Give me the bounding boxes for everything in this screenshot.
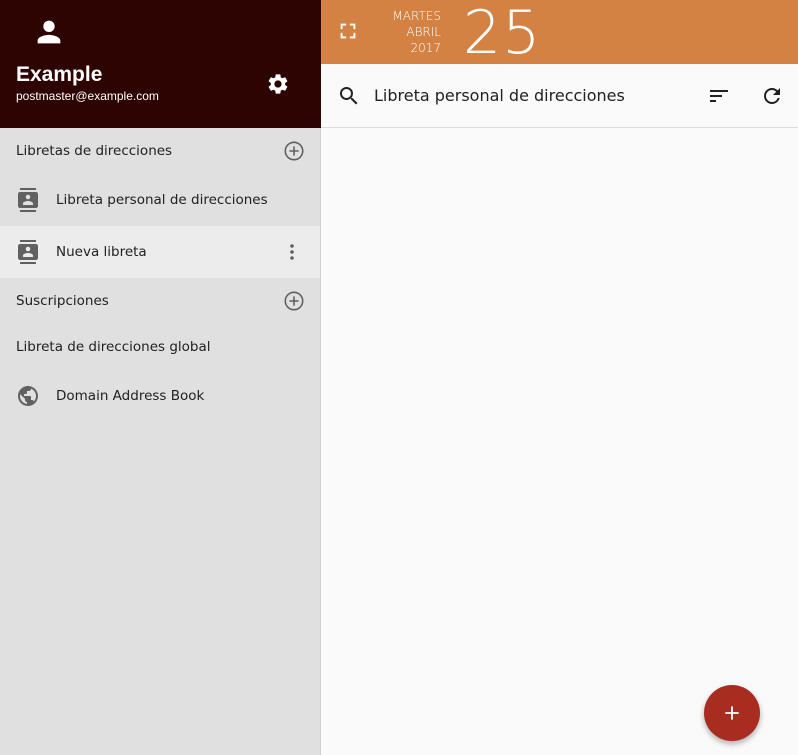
addressbooks-section-header: Libretas de direcciones [0,128,320,174]
refresh-icon[interactable] [760,84,784,108]
sort-icon[interactable] [707,84,731,108]
fullscreen-icon[interactable] [337,20,359,42]
sidebar: Example postmaster@example.com Libretas … [0,0,321,755]
date-bar: MARTES ABRIL 2017 25 [321,0,798,68]
date-day: 25 [463,0,542,68]
toolbar: Libreta personal de direcciones [321,64,798,128]
add-subscription-button[interactable] [283,290,305,312]
toolbar-title: Libreta personal de direcciones [374,86,625,105]
sidebar-item-domain-addressbook[interactable]: Domain Address Book [0,370,320,422]
global-section-label: Libreta de direcciones global [16,339,211,355]
addressbooks-section-label: Libretas de direcciones [16,143,173,159]
gear-icon [268,74,288,94]
more-vert-icon [290,244,294,260]
date-year: 2017 [410,41,441,55]
add-addressbook-button[interactable] [283,140,305,162]
user-avatar-icon [37,20,61,44]
subscriptions-section-label: Suscripciones [16,293,109,309]
user-header: Example postmaster@example.com [0,0,321,128]
date-text: MARTES ABRIL 2017 [381,8,441,56]
user-email: postmaster@example.com [16,89,159,103]
plus-icon [725,706,739,720]
user-name: Example [16,63,103,86]
add-contact-fab[interactable] [704,685,760,741]
subscriptions-section-header: Suscripciones [0,278,320,324]
globe-icon [18,386,38,406]
global-section-header: Libreta de direcciones global [0,324,320,370]
sidebar-item-personal-addressbook[interactable]: Libreta personal de direcciones [0,174,320,226]
sidebar-item-label: Nueva libreta [56,244,147,260]
search-icon[interactable] [337,84,361,108]
sidebar-item-label: Domain Address Book [56,388,205,404]
contacts-icon [18,188,38,212]
date-weekday: MARTES [392,9,441,23]
more-options-button[interactable] [280,240,304,264]
date-month: ABRIL [406,25,441,39]
contacts-icon [18,240,38,264]
sidebar-item-label: Libreta personal de direcciones [56,192,268,208]
sidebar-item-new-addressbook[interactable]: Nueva libreta [0,226,320,278]
settings-button[interactable] [264,70,292,98]
